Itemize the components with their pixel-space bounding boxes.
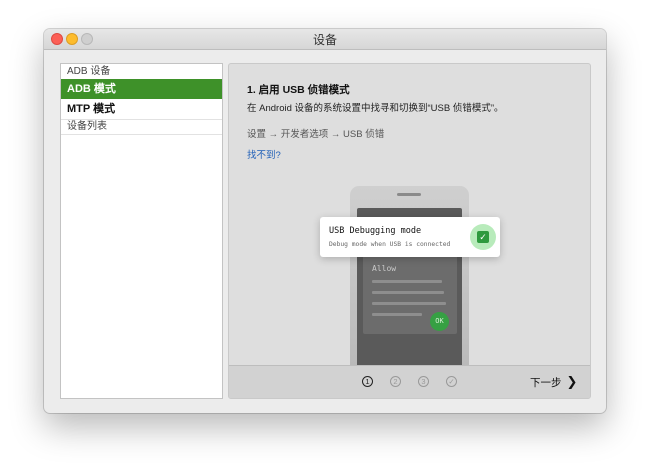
next-step-button[interactable]: 下一步 ❯ — [530, 374, 577, 390]
title-bar: 设备 — [44, 29, 606, 50]
sidebar-header: ADB 设备 — [67, 66, 111, 77]
sidebar-item-mtp-mode[interactable]: MTP 模式 — [61, 99, 222, 120]
settings-path: 设置 → 开发者选项 → USB 侦错 — [247, 129, 385, 140]
step-indicator-3: 3 — [418, 376, 429, 387]
main-panel: 1. 启用 USB 侦错模式 在 Android 设备的系统设置中找寻和切换到“… — [228, 63, 591, 399]
allow-text: Allow — [372, 264, 397, 273]
phone-illustration: Allow OK — [350, 186, 469, 376]
step-indicator-2: 2 — [390, 376, 401, 387]
usb-debugging-subtitle: Debug mode when USB is connected — [329, 241, 451, 248]
allow-dialog: Allow OK — [363, 254, 457, 334]
dialog-line — [372, 280, 442, 283]
checkbox-highlight: ✓ — [470, 224, 496, 250]
device-window: 设备 ADB 设备 ADB 模式 MTP 模式 设备列表 1. 启用 USB 侦… — [44, 29, 606, 413]
not-found-link[interactable]: 找不到? — [247, 147, 281, 161]
next-step-label: 下一步 — [530, 377, 562, 389]
wizard-footer: 1 2 3 ✓ 下一步 ❯ — [229, 365, 590, 398]
step-indicator-1: 1 — [362, 376, 373, 387]
sidebar: ADB 设备 ADB 模式 MTP 模式 设备列表 — [60, 63, 223, 399]
sidebar-device-list[interactable]: 设备列表 — [61, 120, 222, 135]
usb-debugging-card: USB Debugging mode Debug mode when USB i… — [320, 217, 500, 257]
checkmark-icon: ✓ — [477, 231, 489, 243]
phone-speaker — [397, 193, 421, 196]
sidebar-item-adb-mode[interactable]: ADB 模式 — [61, 79, 222, 99]
dialog-line — [372, 313, 422, 316]
step-indicator-done: ✓ — [446, 376, 457, 387]
chevron-right-icon: ❯ — [566, 374, 578, 389]
window-title: 设备 — [312, 33, 337, 47]
dialog-line — [372, 302, 446, 305]
dialog-line — [372, 291, 444, 294]
ok-button-illustration: OK — [430, 312, 449, 331]
usb-debugging-title: USB Debugging mode — [329, 226, 422, 236]
step-description: 在 Android 设备的系统设置中找寻和切换到“USB 侦错模式”。 — [247, 103, 504, 114]
step-title: 1. 启用 USB 侦错模式 — [247, 84, 350, 96]
